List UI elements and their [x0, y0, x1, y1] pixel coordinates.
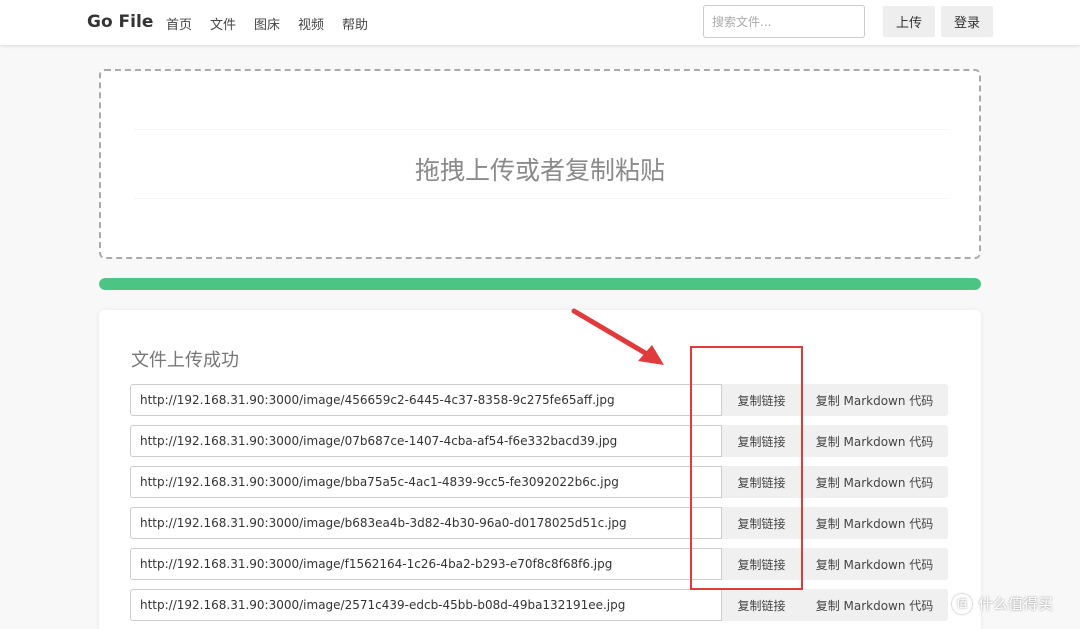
result-row: 复制链接 复制 Markdown 代码 — [130, 425, 950, 457]
url-field[interactable] — [130, 589, 722, 621]
copy-link-button[interactable]: 复制链接 — [722, 589, 801, 621]
url-field[interactable] — [130, 384, 722, 416]
url-field[interactable] — [130, 548, 722, 580]
brand-logo[interactable]: Go File — [87, 12, 153, 32]
result-title: 文件上传成功 — [131, 350, 239, 371]
nav-files[interactable]: 文件 — [210, 14, 236, 33]
copy-link-button[interactable]: 复制链接 — [722, 384, 801, 416]
nav-help[interactable]: 帮助 — [342, 14, 368, 33]
login-button[interactable]: 登录 — [941, 6, 993, 37]
copy-markdown-button[interactable]: 复制 Markdown 代码 — [801, 548, 948, 580]
nav-home[interactable]: 首页 — [166, 14, 192, 33]
copy-markdown-button[interactable]: 复制 Markdown 代码 — [801, 507, 948, 539]
copy-link-button[interactable]: 复制链接 — [722, 548, 801, 580]
upload-result-card: 文件上传成功 复制链接 复制 Markdown 代码 复制链接 复制 Markd… — [99, 310, 981, 629]
upload-dropzone[interactable]: 拖拽上传或者复制粘贴 — [99, 69, 981, 259]
copy-markdown-button[interactable]: 复制 Markdown 代码 — [801, 466, 948, 498]
result-row: 复制链接 复制 Markdown 代码 — [130, 507, 950, 539]
copy-markdown-button[interactable]: 复制 Markdown 代码 — [801, 589, 948, 621]
copy-link-button[interactable]: 复制链接 — [722, 425, 801, 457]
watermark-logo-icon: 值 — [952, 593, 972, 614]
url-field[interactable] — [130, 425, 722, 457]
nav-image-host[interactable]: 图床 — [254, 14, 280, 33]
result-row: 复制链接 复制 Markdown 代码 — [130, 384, 950, 416]
result-row: 复制链接 复制 Markdown 代码 — [130, 548, 950, 580]
url-field[interactable] — [130, 507, 722, 539]
site-watermark: 值 什么值得买 — [952, 593, 1053, 614]
result-row: 复制链接 复制 Markdown 代码 — [130, 589, 950, 621]
copy-markdown-button[interactable]: 复制 Markdown 代码 — [801, 384, 948, 416]
copy-link-button[interactable]: 复制链接 — [722, 507, 801, 539]
copy-markdown-button[interactable]: 复制 Markdown 代码 — [801, 425, 948, 457]
result-row: 复制链接 复制 Markdown 代码 — [130, 466, 950, 498]
progress-fill — [99, 278, 981, 290]
upload-button[interactable]: 上传 — [883, 6, 935, 37]
copy-link-button[interactable]: 复制链接 — [722, 466, 801, 498]
search-input[interactable] — [703, 5, 865, 38]
watermark-text: 什么值得买 — [978, 595, 1054, 613]
url-field[interactable] — [130, 466, 722, 498]
nav-video[interactable]: 视频 — [298, 14, 324, 33]
dropzone-hint: 拖拽上传或者复制粘贴 — [414, 156, 665, 185]
upload-progress-bar — [99, 278, 981, 290]
top-navbar: Go File 首页 文件 图床 视频 帮助 上传 登录 — [0, 0, 1080, 45]
